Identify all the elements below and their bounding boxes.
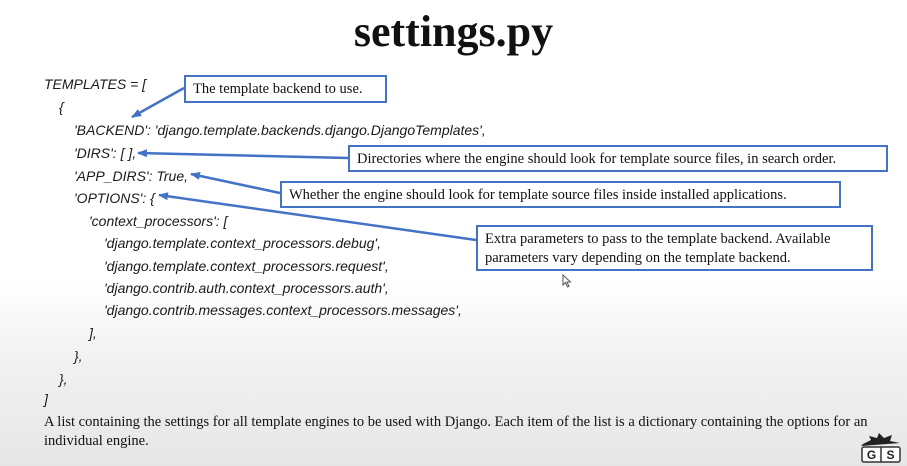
logo-letter-g: G bbox=[867, 448, 876, 462]
arrow-dirs bbox=[137, 149, 349, 160]
mouse-cursor-icon bbox=[562, 274, 572, 288]
callout-options: Extra parameters to pass to the template… bbox=[476, 225, 873, 271]
logo-letter-s: S bbox=[886, 448, 894, 462]
callout-dirs: Directories where the engine should look… bbox=[348, 145, 888, 172]
slide-caption: A list containing the settings for all t… bbox=[44, 414, 868, 449]
callout-backend: The template backend to use. bbox=[184, 75, 387, 103]
gs-logo-icon: G S bbox=[861, 433, 901, 463]
arrow-backend bbox=[131, 86, 185, 119]
arrow-app-dirs bbox=[190, 171, 281, 195]
callout-app-dirs: Whether the engine should look for templ… bbox=[280, 181, 841, 208]
